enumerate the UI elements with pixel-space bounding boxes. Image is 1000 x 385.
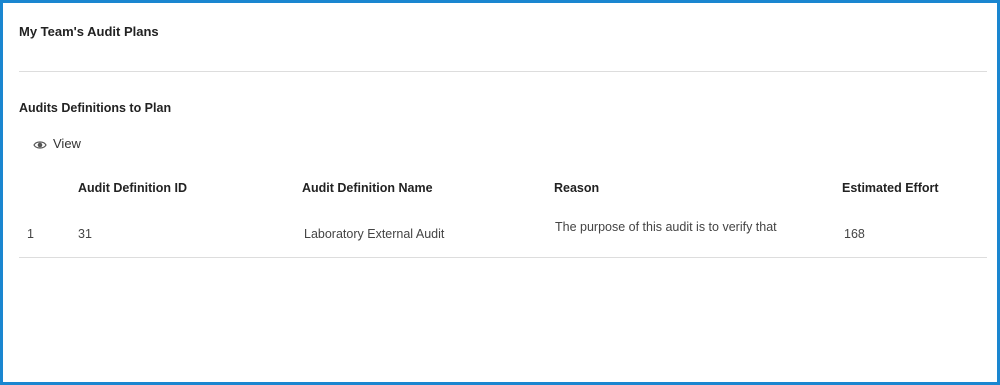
section-title: Audits Definitions to Plan bbox=[19, 101, 172, 115]
column-header-reason[interactable]: Reason bbox=[554, 181, 599, 195]
audit-definition-name-cell: Laboratory External Audit bbox=[304, 227, 445, 241]
view-button-label: View bbox=[53, 136, 81, 151]
window-frame: My Team's Audit Plans Audits Definitions… bbox=[0, 0, 1000, 385]
page-title: My Team's Audit Plans bbox=[19, 24, 159, 39]
reason-cell: The purpose of this audit is to verify t… bbox=[555, 220, 777, 234]
table-header: Audit Definition ID Audit Definition Nam… bbox=[19, 179, 987, 199]
estimated-effort-cell: 168 bbox=[844, 227, 865, 241]
column-header-audit-definition-name[interactable]: Audit Definition Name bbox=[302, 181, 433, 195]
column-header-audit-definition-id[interactable]: Audit Definition ID bbox=[78, 181, 187, 195]
table-row[interactable]: 1 31 Laboratory External Audit The purpo… bbox=[19, 211, 987, 258]
column-header-estimated-effort[interactable]: Estimated Effort bbox=[842, 181, 939, 195]
audit-definition-id-cell: 31 bbox=[78, 227, 92, 241]
eye-icon bbox=[33, 138, 47, 150]
row-index: 1 bbox=[27, 227, 34, 241]
title-divider bbox=[19, 71, 987, 72]
view-button[interactable]: View bbox=[33, 136, 81, 151]
